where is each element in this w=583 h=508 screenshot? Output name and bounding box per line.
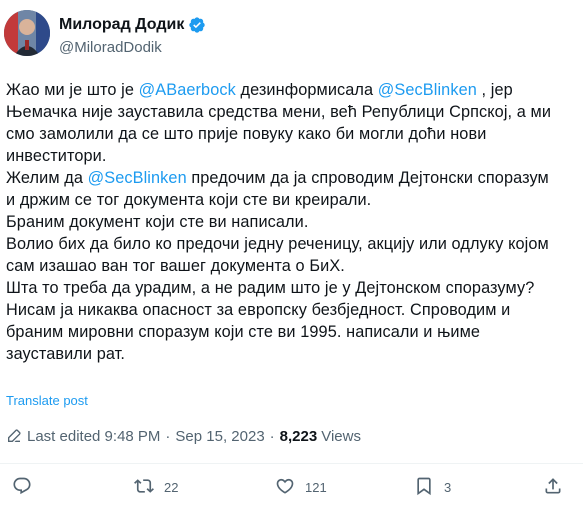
tweet-text: Жао ми је што је @ABaerbock дезинформиса…	[6, 79, 576, 365]
tweet-text-segment: Њемачка није зауставила средства мени, в…	[6, 103, 552, 121]
mention-link[interactable]: @SecBlinken	[378, 81, 477, 99]
tweet-line: браним мировни споразум који сте ви 1995…	[6, 321, 576, 343]
tweet-text-segment: Желим да	[6, 169, 88, 187]
tweet-text-segment: инвеститори.	[6, 147, 107, 165]
tweet-text-segment: Шта то треба да урадим, а не радим што ј…	[6, 279, 535, 297]
share-icon	[543, 476, 563, 499]
repost-count: 22	[164, 479, 179, 495]
tweet-text-segment: Жао ми је што је	[6, 81, 139, 99]
mention-link[interactable]: @SecBlinken	[88, 169, 187, 187]
author-block: Милорад Додик @MiloradDodik	[59, 14, 206, 56]
tweet-line: сам изашао ван тог вашег документа о БиХ…	[6, 255, 576, 277]
tweet-line: зауставили рат.	[6, 343, 576, 365]
translate-post-link[interactable]: Translate post	[6, 393, 88, 408]
tweet-text-segment: Нисам ја никаква опасност за европску бе…	[6, 301, 511, 319]
action-bar: 22 121 3	[0, 474, 583, 500]
views-label: Views	[321, 427, 361, 445]
repost-button[interactable]: 22	[134, 474, 178, 500]
repost-icon	[134, 476, 154, 499]
reply-button[interactable]	[12, 474, 32, 500]
bookmark-count: 3	[444, 479, 452, 495]
mention-link[interactable]: @ABaerbock	[139, 81, 236, 99]
bookmark-button[interactable]: 3	[414, 474, 451, 500]
share-button[interactable]	[543, 474, 563, 500]
tweet-line: и држим се тог документа који сте ви кре…	[6, 189, 576, 211]
tweet-line: Желим да @SecBlinken предочим да ја спро…	[6, 167, 576, 189]
tweet-line: Волио бих да било ко предочи једну речен…	[6, 233, 576, 255]
bookmark-icon	[414, 476, 434, 499]
divider	[0, 463, 583, 464]
like-button[interactable]: 121	[275, 474, 327, 500]
tweet-text-segment: , јер	[476, 81, 513, 99]
meta-separator: ·	[165, 427, 171, 445]
tweet-line: Шта то треба да урадим, а не радим што ј…	[6, 277, 576, 299]
avatar[interactable]	[4, 10, 50, 56]
pencil-icon	[6, 428, 22, 444]
tweet-text-segment: предочим да ја спроводим Дејтонски спора…	[186, 169, 549, 187]
tweet-text-segment: смо замолили да се што прије повуку како…	[6, 125, 487, 143]
reply-icon	[12, 476, 32, 499]
meta-separator-2: ·	[269, 427, 275, 445]
edited-time[interactable]: Last edited 9:48 PM	[27, 428, 160, 445]
tweet-meta: Last edited 9:48 PM · Sep 15, 2023 · 8,2…	[6, 425, 361, 447]
tweet-line: инвеститори.	[6, 145, 576, 167]
post-date[interactable]: Sep 15, 2023	[175, 428, 264, 445]
tweet-header: Милорад Додик @MiloradDodik	[4, 10, 579, 64]
like-icon	[275, 476, 295, 499]
tweet-text-segment: Браним документ који сте ви написали.	[6, 213, 309, 231]
author-handle[interactable]: @MiloradDodik	[59, 39, 206, 56]
verified-badge-icon	[188, 16, 206, 34]
tweet-text-segment: Волио бих да било ко предочи једну речен…	[6, 235, 549, 253]
tweet-text-segment: зауставили рат.	[6, 345, 126, 363]
tweet-line: Жао ми је што је @ABaerbock дезинформиса…	[6, 79, 576, 101]
tweet-text-segment: и држим се тог документа који сте ви кре…	[6, 191, 372, 209]
tweet-line: смо замолили да се што прије повуку како…	[6, 123, 576, 145]
tweet-line: Нисам ја никаква опасност за европску бе…	[6, 299, 576, 321]
tweet-text-segment: браним мировни споразум који сте ви 1995…	[6, 323, 481, 341]
like-count: 121	[305, 479, 327, 495]
author-name[interactable]: Милорад Додик	[59, 16, 184, 34]
tweet-text-segment: дезинформисала	[235, 81, 378, 99]
views-count: 8,223	[279, 427, 318, 445]
tweet-line: Њемачка није зауставила средства мени, в…	[6, 101, 576, 123]
tweet-text-segment: сам изашао ван тог вашег документа о БиХ…	[6, 257, 345, 275]
tweet-line: Браним документ који сте ви написали.	[6, 211, 576, 233]
